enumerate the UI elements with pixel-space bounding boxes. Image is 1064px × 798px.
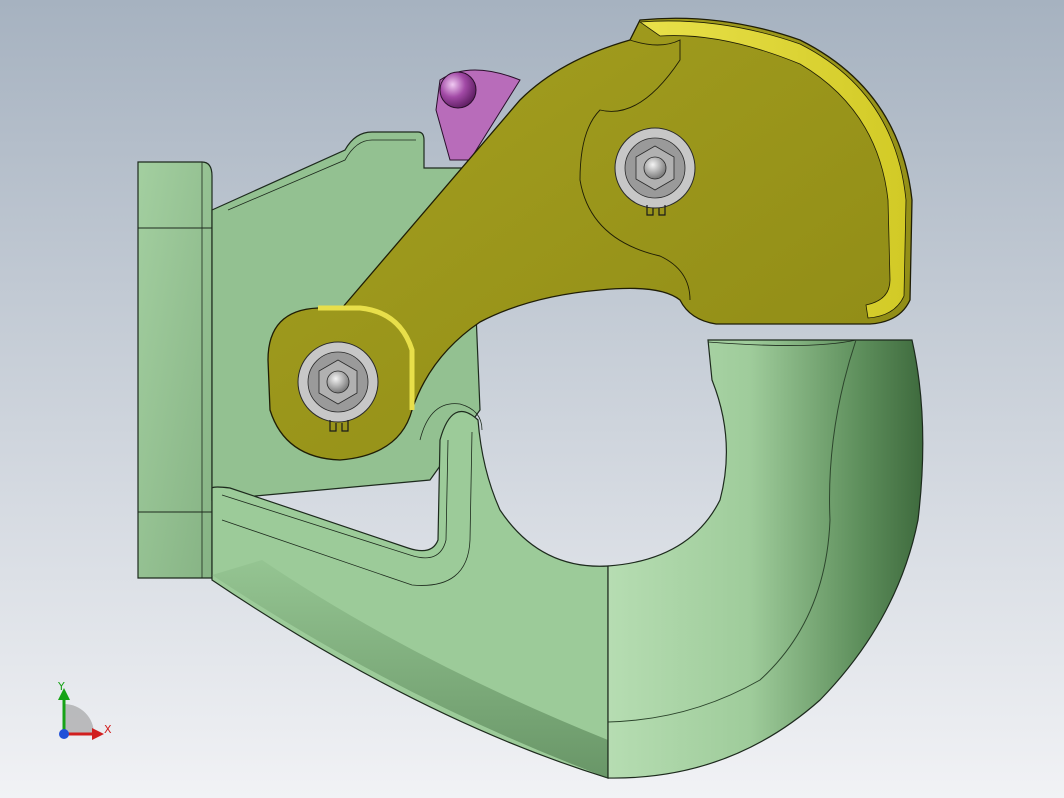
y-axis-label: Y <box>57 680 65 693</box>
x-axis-label: X <box>104 723 112 736</box>
model-canvas[interactable]: Y X <box>0 0 1064 798</box>
lever-ball-knob[interactable] <box>439 71 477 109</box>
z-axis-dot <box>59 729 69 739</box>
graphics-viewport[interactable]: Y X <box>0 0 1064 798</box>
mounting-flange[interactable] <box>137 161 213 579</box>
